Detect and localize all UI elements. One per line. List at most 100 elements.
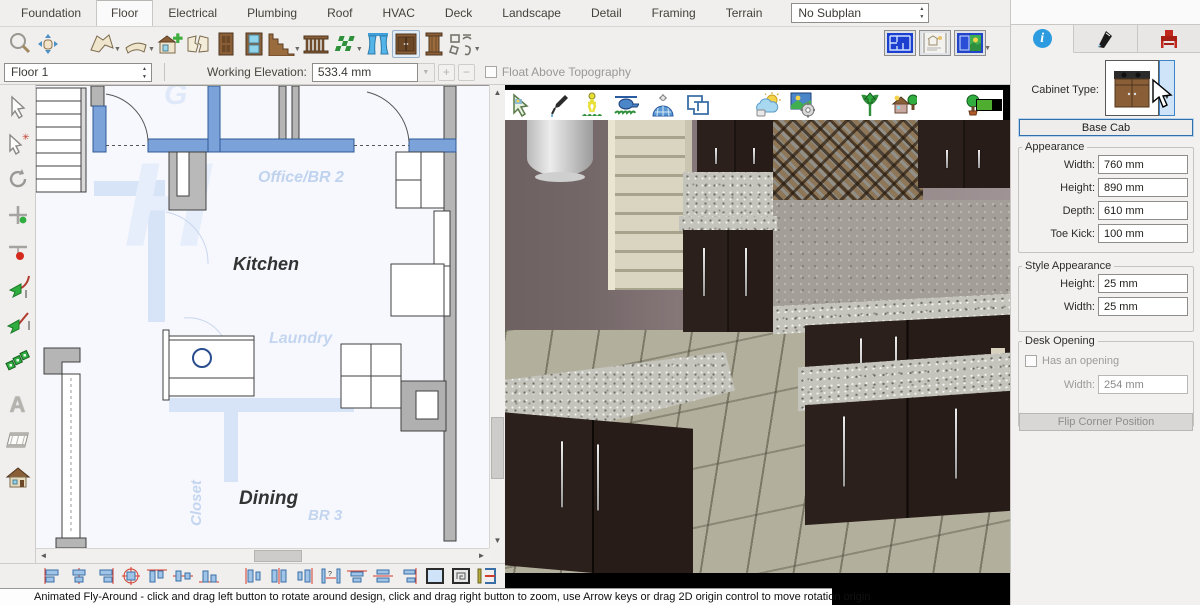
- space-custom-icon[interactable]: ?: [318, 566, 344, 586]
- plan-overlay-icon[interactable]: [685, 93, 711, 117]
- tab-furniture[interactable]: [1138, 24, 1200, 53]
- stack-right-icon[interactable]: [396, 566, 422, 586]
- fly-around-helicopter-icon[interactable]: [613, 93, 639, 117]
- tab-electrical[interactable]: Electrical: [153, 0, 232, 26]
- cabinet-type-dropdown[interactable]: ▼: [1159, 60, 1175, 116]
- floor-plan-2d-view[interactable]: G H: [36, 85, 489, 548]
- desk-width-input[interactable]: [1098, 375, 1188, 394]
- plan-vertical-scrollbar[interactable]: ▲ ▼: [489, 85, 505, 548]
- scroll-left-arrow[interactable]: ◄: [36, 549, 51, 563]
- fit-to-pattern-icon[interactable]: [448, 566, 474, 586]
- floor-select[interactable]: Floor 1 ▲▼: [4, 63, 152, 82]
- measure-offset-icon[interactable]: [474, 566, 500, 586]
- align-left-icon[interactable]: [40, 566, 66, 586]
- stack-middle-icon[interactable]: [370, 566, 396, 586]
- wall-tool-icon[interactable]: [88, 30, 116, 58]
- stairs-tool-caret[interactable]: ▼: [294, 46, 301, 53]
- tab-detail[interactable]: Detail: [576, 0, 637, 26]
- align-right-icon[interactable]: [92, 566, 118, 586]
- plan-view-button[interactable]: [884, 30, 916, 56]
- render-3d-viewport[interactable]: [505, 85, 1010, 605]
- spinner-arrows-icon[interactable]: ▲▼: [919, 5, 924, 21]
- zoom-tool-icon[interactable]: [6, 30, 34, 58]
- split-tool-icon[interactable]: [3, 233, 33, 269]
- shapes-tool-caret[interactable]: ▼: [474, 46, 481, 53]
- tab-floor[interactable]: Floor: [96, 0, 153, 26]
- working-elevation-dropdown[interactable]: ▼: [418, 63, 435, 82]
- grow-plants-icon[interactable]: [857, 93, 883, 117]
- home-view-tool-icon[interactable]: [3, 459, 33, 495]
- wall-break-tool-icon[interactable]: [184, 30, 212, 58]
- space-center-icon[interactable]: [266, 566, 292, 586]
- scroll-thumb[interactable]: [491, 417, 504, 479]
- stairs-tool-icon[interactable]: [268, 30, 296, 58]
- cabinet-tool-icon[interactable]: [392, 30, 420, 58]
- trim-arc-tool-icon[interactable]: [3, 269, 33, 305]
- align-bottom-icon[interactable]: [196, 566, 222, 586]
- walkthrough-person-icon[interactable]: [579, 93, 605, 117]
- toe-kick-input[interactable]: [1098, 224, 1188, 243]
- add-room-tool-icon[interactable]: [156, 30, 184, 58]
- tab-landscape[interactable]: Landscape: [487, 0, 576, 26]
- select-3d-icon[interactable]: [509, 93, 535, 117]
- style-width-input[interactable]: [1098, 297, 1188, 316]
- width-input[interactable]: [1098, 155, 1188, 174]
- elevation-view-button[interactable]: [919, 30, 951, 56]
- door-tool-icon[interactable]: [212, 30, 240, 58]
- wall-tool-caret[interactable]: ▼: [114, 46, 121, 53]
- tab-info[interactable]: i: [1011, 24, 1074, 53]
- curtain-tool-icon[interactable]: [364, 30, 392, 58]
- trim-line-tool-icon[interactable]: [3, 305, 33, 341]
- view-mode-caret[interactable]: ▼: [984, 45, 991, 52]
- scroll-right-arrow[interactable]: ►: [474, 549, 489, 563]
- fit-to-frame-icon[interactable]: [422, 566, 448, 586]
- spinner-arrows-icon[interactable]: ▲▼: [142, 65, 147, 81]
- cabinet-type-thumbnail[interactable]: [1105, 60, 1159, 116]
- tab-terrain[interactable]: Terrain: [711, 0, 778, 26]
- curved-wall-tool-caret[interactable]: ▼: [148, 46, 155, 53]
- working-elevation-input[interactable]: 533.4 mm: [312, 63, 418, 82]
- daylight-settings-icon[interactable]: [755, 93, 781, 117]
- landscape-chain-tool-icon[interactable]: [3, 341, 33, 377]
- space-right-icon[interactable]: [292, 566, 318, 586]
- landscape-view-icon[interactable]: [891, 93, 917, 117]
- height-input[interactable]: [1098, 178, 1188, 197]
- plan-horizontal-scrollbar[interactable]: ◄ ►: [36, 548, 489, 563]
- render-3d-scene[interactable]: [505, 120, 1010, 573]
- select-tool-icon[interactable]: [3, 89, 33, 125]
- window-tool-icon[interactable]: [240, 30, 268, 58]
- text-tool-icon[interactable]: A: [3, 387, 33, 423]
- tab-hvac[interactable]: HVAC: [367, 0, 429, 26]
- scroll-thumb[interactable]: [254, 550, 302, 562]
- tab-foundation[interactable]: Foundation: [6, 0, 96, 26]
- railing-tool-icon[interactable]: [302, 30, 330, 58]
- depth-input[interactable]: [1098, 201, 1188, 220]
- select-alt-tool-icon[interactable]: ✳: [3, 125, 33, 161]
- distribute-horizontal-icon[interactable]: [170, 566, 196, 586]
- align-top-icon[interactable]: [144, 566, 170, 586]
- walkthrough-tool-icon[interactable]: [3, 423, 33, 459]
- shapes-tool-icon[interactable]: [448, 30, 476, 58]
- base-cab-button[interactable]: Base Cab: [1019, 119, 1193, 136]
- float-above-topography-checkbox[interactable]: [485, 66, 497, 78]
- tab-pen[interactable]: [1074, 24, 1137, 53]
- has-an-opening-checkbox[interactable]: [1025, 355, 1037, 367]
- column-tool-icon[interactable]: [420, 30, 448, 58]
- plant-growth-slider[interactable]: [976, 93, 1002, 117]
- orbit-dome-icon[interactable]: [650, 93, 676, 117]
- material-eyedropper-icon[interactable]: [545, 93, 571, 117]
- rotate-tool-icon[interactable]: [3, 161, 33, 197]
- scroll-up-arrow[interactable]: ▲: [490, 85, 505, 100]
- space-left-icon[interactable]: [240, 566, 266, 586]
- subplan-select[interactable]: No Subplan ▲▼: [791, 3, 929, 23]
- tab-framing[interactable]: Framing: [637, 0, 711, 26]
- tab-deck[interactable]: Deck: [430, 0, 487, 26]
- curved-wall-tool-icon[interactable]: [122, 30, 150, 58]
- align-center-vertical-icon[interactable]: [66, 566, 92, 586]
- elevation-minus-button[interactable]: −: [458, 64, 475, 81]
- elevation-plus-button[interactable]: +: [438, 64, 455, 81]
- floor-tile-tool-caret[interactable]: ▼: [356, 46, 363, 53]
- render-settings-icon[interactable]: [789, 93, 815, 117]
- tab-roof[interactable]: Roof: [312, 0, 367, 26]
- flip-corner-position-button[interactable]: Flip Corner Position: [1019, 413, 1193, 431]
